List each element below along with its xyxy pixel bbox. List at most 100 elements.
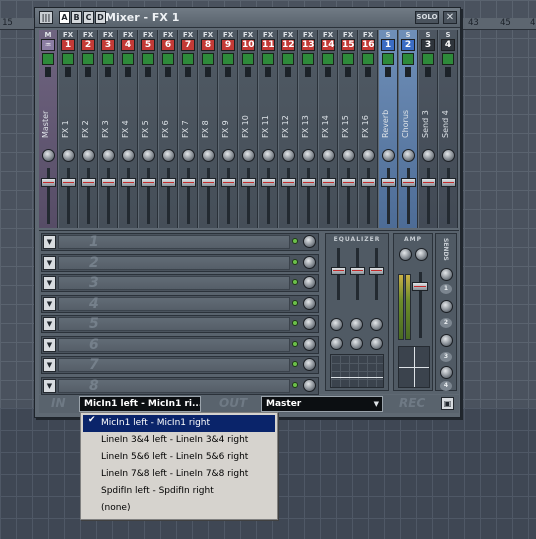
send-1-knob[interactable] [440,268,453,281]
channel-volume-fader[interactable] [261,178,276,187]
channel-volume-fader[interactable] [121,178,136,187]
channel-number[interactable]: 14 [321,39,335,51]
channel-pan-knob[interactable] [202,149,215,162]
channel-pan-knob[interactable] [142,149,155,162]
channel-strip[interactable]: FX 4 FX 4 [119,30,138,228]
eq-low-slider[interactable] [331,267,346,275]
effect-slot[interactable]: ▼ 8 [41,376,319,395]
slot-bar[interactable]: 2 [58,255,290,271]
channel-pan-knob[interactable] [402,149,415,162]
slot-enable-led[interactable] [292,340,298,347]
channel-enable-led[interactable] [62,53,74,65]
channel-enable-led[interactable] [342,53,354,65]
slot-mix-knob[interactable] [303,317,316,330]
channel-pan-knob[interactable] [382,149,395,162]
channel-enable-led[interactable] [122,53,134,65]
amp-volume-fader[interactable] [412,282,428,291]
channel-strip[interactable]: M ♒ Master [39,30,58,228]
effect-slot[interactable]: ▼ 4 [41,294,319,313]
channel-strip[interactable]: S 2 Chorus [399,30,418,228]
slot-enable-led[interactable] [292,238,298,244]
slot-menu-arrow-icon[interactable]: ▼ [43,255,56,270]
channel-pan-knob[interactable] [242,149,255,162]
channel-number[interactable]: 10 [241,39,255,51]
slot-menu-arrow-icon[interactable]: ▼ [43,358,56,372]
channel-enable-led[interactable] [322,53,334,65]
slot-enable-led[interactable] [292,279,298,285]
disk-icon[interactable]: ▣ [441,397,454,410]
channel-strip[interactable]: FX 15 FX 15 [339,30,358,228]
channel-number[interactable]: 3 [421,39,435,51]
menu-item[interactable]: SpdifIn left - SpdifIn right [83,483,275,500]
effect-slot[interactable]: ▼ 1 [41,233,319,251]
slot-mix-knob[interactable] [303,378,316,392]
slot-menu-arrow-icon[interactable]: ▼ [43,337,56,352]
channel-pan-knob[interactable] [42,149,55,162]
channel-strip[interactable]: FX 6 FX 6 [159,30,178,228]
channel-number[interactable]: 1 [381,39,395,51]
channel-number[interactable]: 2 [81,39,95,51]
channel-strip[interactable]: S 1 Reverb [379,30,398,228]
channel-pan-knob[interactable] [302,149,315,162]
channel-strip[interactable]: FX 5 FX 5 [139,30,158,228]
slot-bar[interactable]: 1 [58,234,290,250]
channel-number[interactable]: 3 [101,39,115,51]
slot-menu-arrow-icon[interactable]: ▼ [43,317,56,331]
channel-pan-knob[interactable] [122,149,135,162]
effect-slot[interactable]: ▼ 6 [41,335,319,354]
slot-mix-knob[interactable] [303,235,316,248]
channel-enable-led[interactable] [202,53,214,65]
channel-volume-fader[interactable] [341,178,356,187]
channel-pan-knob[interactable] [102,149,115,162]
eq-mid-freq-knob[interactable] [350,318,363,331]
channel-strip[interactable]: FX 7 FX 7 [179,30,198,228]
close-button[interactable]: ✕ [443,11,457,24]
slot-mix-knob[interactable] [303,276,316,289]
channel-number[interactable]: 13 [301,39,315,51]
channel-enable-led[interactable] [222,53,234,65]
channel-volume-fader[interactable] [241,178,256,187]
channel-pan-knob[interactable] [62,149,75,162]
slot-mix-knob[interactable] [303,296,316,310]
tab-a[interactable]: A [59,11,70,24]
channel-number[interactable]: 1 [61,39,75,51]
channel-pan-knob[interactable] [442,149,455,162]
channel-number[interactable]: 11 [261,39,275,51]
effect-slot[interactable]: ▼ 2 [41,253,319,272]
channel-enable-led[interactable] [382,53,394,65]
channel-strip[interactable]: FX 9 FX 9 [219,30,238,228]
menu-item[interactable]: ✔ MicIn1 left - MicIn1 right [83,415,275,432]
menu-item[interactable]: LineIn 3&4 left - LineIn 3&4 right [83,432,275,449]
channel-number[interactable]: 4 [121,39,135,51]
slot-menu-arrow-icon[interactable]: ▼ [43,235,56,249]
channel-strip[interactable]: FX 11 FX 11 [259,30,278,228]
channel-number[interactable]: 4 [441,39,455,51]
channel-strip[interactable]: FX 16 FX 16 [359,30,378,228]
channel-enable-led[interactable] [142,53,154,65]
channel-number[interactable]: 7 [181,39,195,51]
channel-pan-knob[interactable] [282,149,295,162]
channel-enable-led[interactable] [362,53,374,65]
channel-volume-fader[interactable] [301,178,316,187]
slot-enable-led[interactable] [292,299,298,306]
channel-strip[interactable]: S 3 Send 3 [419,30,438,228]
channel-volume-fader[interactable] [101,178,116,187]
channel-volume-fader[interactable] [201,178,216,187]
channel-pan-knob[interactable] [422,149,435,162]
amp-pan-knob[interactable] [399,248,412,261]
channel-volume-fader[interactable] [381,178,396,187]
channel-strip[interactable]: FX 10 FX 10 [239,30,258,228]
slot-menu-arrow-icon[interactable]: ▼ [43,378,56,393]
tab-b[interactable]: B [71,11,82,24]
channel-volume-fader[interactable] [61,178,76,187]
channel-enable-led[interactable] [242,53,254,65]
channel-strip[interactable]: FX 3 FX 3 [99,30,118,228]
input-select[interactable]: MicIn1 left - MicIn1 ri... [79,396,201,412]
channel-pan-knob[interactable] [262,149,275,162]
channel-number[interactable]: 16 [361,39,375,51]
channel-volume-fader[interactable] [401,178,416,187]
channel-volume-fader[interactable] [181,178,196,187]
channel-volume-fader[interactable] [81,178,96,187]
slot-bar[interactable]: 4 [58,296,290,312]
channel-strip[interactable]: S 4 Send 4 [439,30,458,228]
